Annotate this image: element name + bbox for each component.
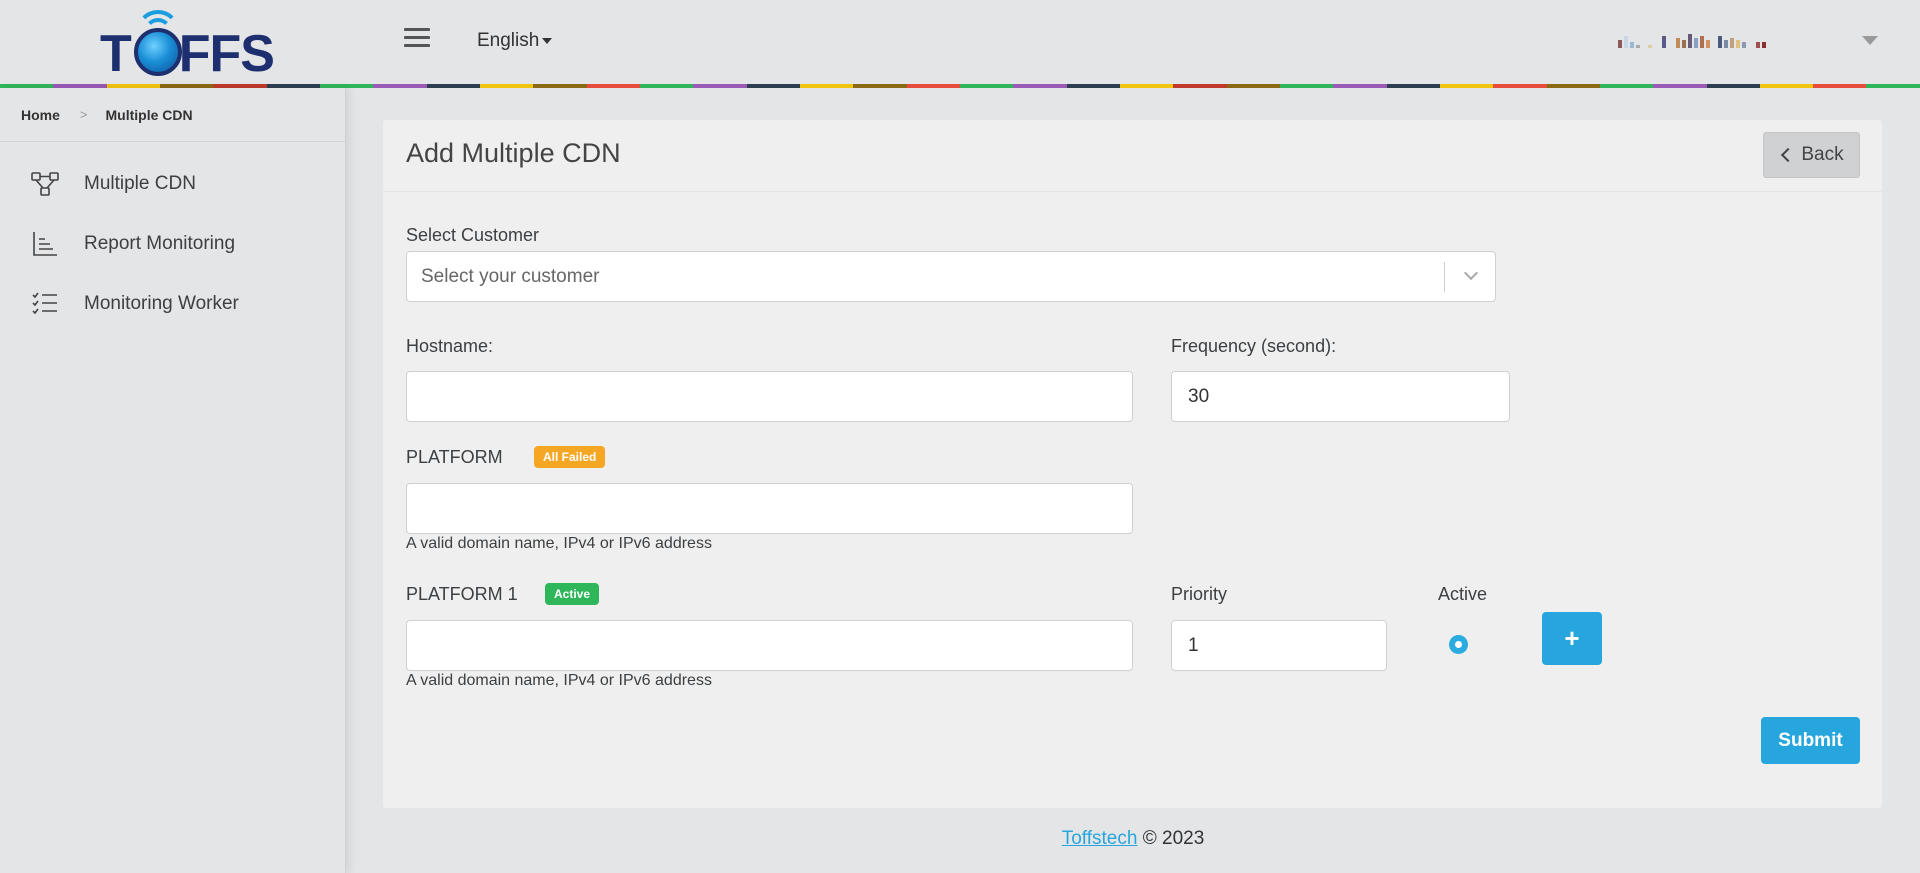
customer-placeholder: Select your customer: [421, 265, 600, 287]
submit-button[interactable]: Submit: [1761, 717, 1860, 764]
breadcrumb-home[interactable]: Home: [21, 107, 60, 123]
user-menu-caret-icon[interactable]: [1862, 36, 1878, 45]
logo-text: T FFS: [100, 25, 275, 83]
platform-hint: A valid domain name, IPv4 or IPv6 addres…: [406, 535, 712, 552]
bar-chart-icon: [30, 229, 60, 259]
chevron-down-icon: [1463, 265, 1479, 281]
back-label: Back: [1801, 144, 1844, 165]
add-platform-button[interactable]: +: [1542, 612, 1602, 665]
frequency-label: Frequency (second):: [1171, 336, 1337, 356]
sidebar-item-label: Multiple CDN: [84, 173, 196, 194]
back-button[interactable]: Back: [1763, 132, 1860, 178]
platform-label: PLATFORM: [406, 447, 503, 467]
platform1-hint: A valid domain name, IPv4 or IPv6 addres…: [406, 672, 712, 689]
select-divider: [1444, 262, 1445, 292]
customer-select[interactable]: Select your customer: [406, 251, 1496, 302]
priority-input[interactable]: 1: [1171, 620, 1387, 671]
add-multiple-cdn-card: Add Multiple CDN Back Select Customer Se…: [383, 120, 1882, 808]
chevron-left-icon: [1781, 147, 1796, 163]
card-header: Add Multiple CDN Back: [383, 120, 1882, 192]
language-dropdown[interactable]: English: [477, 30, 553, 52]
toffstech-link[interactable]: Toffstech: [1062, 828, 1138, 849]
priority-label: Priority: [1171, 584, 1228, 604]
network-icon: [30, 169, 60, 199]
breadcrumb-current: Multiple CDN: [105, 106, 193, 123]
copyright-text: © 2023: [1142, 828, 1205, 849]
hostname-input[interactable]: [406, 371, 1133, 422]
status-badge-active: Active: [545, 583, 600, 605]
language-label: English: [477, 30, 540, 51]
footer: Toffstech © 2023: [346, 828, 1920, 850]
hostname-label: Hostname:: [406, 336, 494, 356]
platform-input[interactable]: [406, 483, 1133, 534]
chevron-right-icon: >: [79, 107, 88, 122]
select-customer-label: Select Customer: [406, 225, 540, 245]
page-title: Add Multiple CDN: [406, 138, 621, 168]
user-name-redacted[interactable]: [1618, 34, 1766, 48]
toffs-logo[interactable]: T FFS: [100, 6, 275, 80]
sidebar-item-report-monitoring[interactable]: Report Monitoring: [0, 214, 345, 274]
platform1-label: PLATFORM 1: [406, 584, 518, 604]
menu-toggle-icon[interactable]: [404, 28, 430, 54]
platform1-input[interactable]: [406, 620, 1133, 671]
breadcrumb: Home > Multiple CDN: [0, 88, 345, 142]
status-badge-failed: All Failed: [534, 446, 606, 468]
logo-globe-icon: [134, 28, 182, 76]
sidebar: Home > Multiple CDN Multiple CDN Report …: [0, 88, 346, 873]
sidebar-item-label: Monitoring Worker: [84, 293, 239, 314]
sidebar-item-multiple-cdn[interactable]: Multiple CDN: [0, 154, 345, 214]
caret-down-icon: [542, 37, 553, 44]
sidebar-item-label: Report Monitoring: [84, 233, 236, 254]
active-radio[interactable]: [1449, 635, 1468, 654]
top-header: T FFS English: [0, 0, 1920, 88]
active-label: Active: [1438, 584, 1488, 604]
sidebar-item-monitoring-worker[interactable]: Monitoring Worker: [0, 274, 345, 334]
checklist-icon: [30, 289, 60, 319]
frequency-input[interactable]: 30: [1171, 371, 1510, 422]
